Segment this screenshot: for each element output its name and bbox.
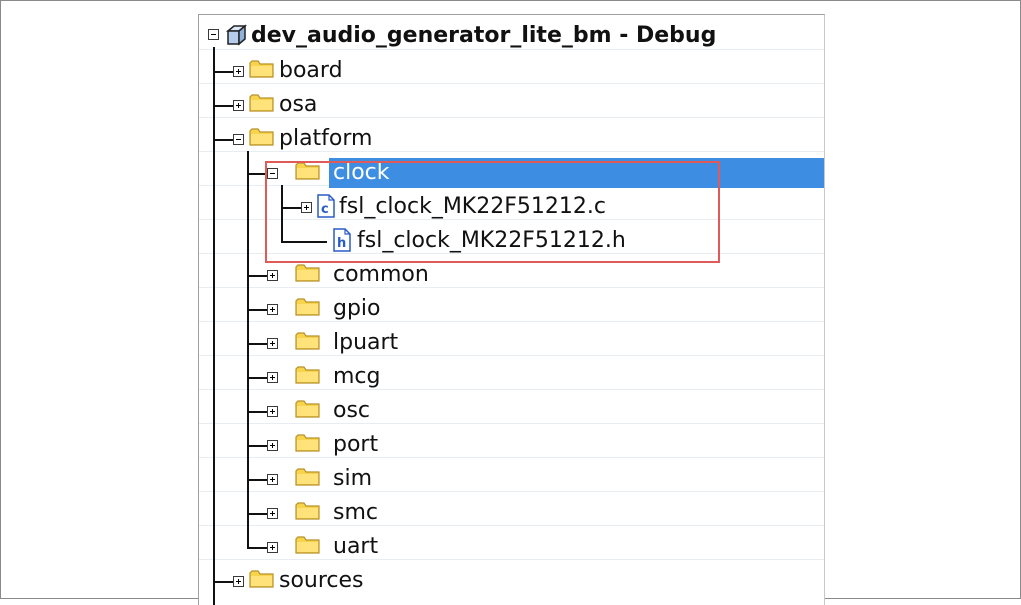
tree-item-sources[interactable]: sources xyxy=(199,565,824,599)
tree-item-label: platform xyxy=(279,126,373,151)
folder-icon xyxy=(249,60,274,78)
tree-item-osa[interactable]: osa xyxy=(199,89,824,123)
tree-item-label: osc xyxy=(333,398,371,423)
tree-item-label: board xyxy=(279,58,343,83)
tree-item-label: sources xyxy=(279,568,364,593)
expand-toggle-icon[interactable] xyxy=(233,66,244,77)
build-config: - Debug xyxy=(611,23,717,48)
tree-item-label: mcg xyxy=(333,364,381,389)
folder-icon xyxy=(249,128,274,146)
project-tree-panel: dev_audio_generator_lite_bm - Debug boar… xyxy=(198,14,825,605)
tree-item-label: smc xyxy=(333,500,378,525)
tree-item-platform[interactable]: platform xyxy=(199,123,824,157)
expand-toggle-icon[interactable] xyxy=(267,304,278,315)
tree-item-label: gpio xyxy=(333,296,381,321)
project-cube-icon xyxy=(225,24,247,46)
annotation-highlight-box xyxy=(265,161,720,263)
folder-icon xyxy=(295,502,320,520)
folder-icon xyxy=(295,536,320,554)
tree-item-label: osa xyxy=(279,92,318,117)
expand-toggle-icon[interactable] xyxy=(267,474,278,485)
folder-icon xyxy=(295,366,320,384)
expand-toggle-icon[interactable] xyxy=(267,406,278,417)
expand-toggle-icon[interactable] xyxy=(267,338,278,349)
project-name: dev_audio_generator_lite_bm xyxy=(251,23,612,48)
tree-item-label: uart xyxy=(333,534,379,559)
project-name-label: dev_audio_generator_lite_bm - Debug xyxy=(251,23,716,49)
folder-icon xyxy=(295,468,320,486)
tree-item-lpuart[interactable]: lpuart xyxy=(199,327,824,361)
expand-toggle-icon[interactable] xyxy=(233,100,244,111)
tree-item-osc[interactable]: osc xyxy=(199,395,824,429)
folder-icon xyxy=(295,434,320,452)
tree-item-label: lpuart xyxy=(333,330,399,355)
tree-root-row[interactable]: dev_audio_generator_lite_bm - Debug xyxy=(199,15,824,49)
tree-item-mcg[interactable]: mcg xyxy=(199,361,824,395)
expand-toggle-icon[interactable] xyxy=(267,508,278,519)
folder-icon xyxy=(295,298,320,316)
tree-item-label: port xyxy=(333,432,379,457)
folder-icon xyxy=(295,400,320,418)
tree-item-label: sim xyxy=(333,466,373,491)
tree-item-smc[interactable]: smc xyxy=(199,497,824,531)
expand-toggle-icon[interactable] xyxy=(267,440,278,451)
tree-item-port[interactable]: port xyxy=(199,429,824,463)
tree-item-gpio[interactable]: gpio xyxy=(199,293,824,327)
expand-toggle-icon[interactable] xyxy=(267,542,278,553)
collapse-toggle-icon[interactable] xyxy=(208,29,219,40)
expand-toggle-icon[interactable] xyxy=(233,576,244,587)
folder-icon xyxy=(249,94,274,112)
collapse-toggle-icon[interactable] xyxy=(233,134,244,145)
tree-item-common[interactable]: common xyxy=(199,259,824,293)
expand-toggle-icon[interactable] xyxy=(267,270,278,281)
folder-icon xyxy=(295,264,320,282)
row-separator xyxy=(199,49,824,50)
tree-item-label: common xyxy=(333,262,429,287)
expand-toggle-icon[interactable] xyxy=(267,372,278,383)
tree-item-board[interactable]: board xyxy=(199,55,824,89)
folder-icon xyxy=(295,332,320,350)
tree-item-sim[interactable]: sim xyxy=(199,463,824,497)
folder-icon xyxy=(249,570,274,588)
tree-item-uart[interactable]: uart xyxy=(199,531,824,565)
